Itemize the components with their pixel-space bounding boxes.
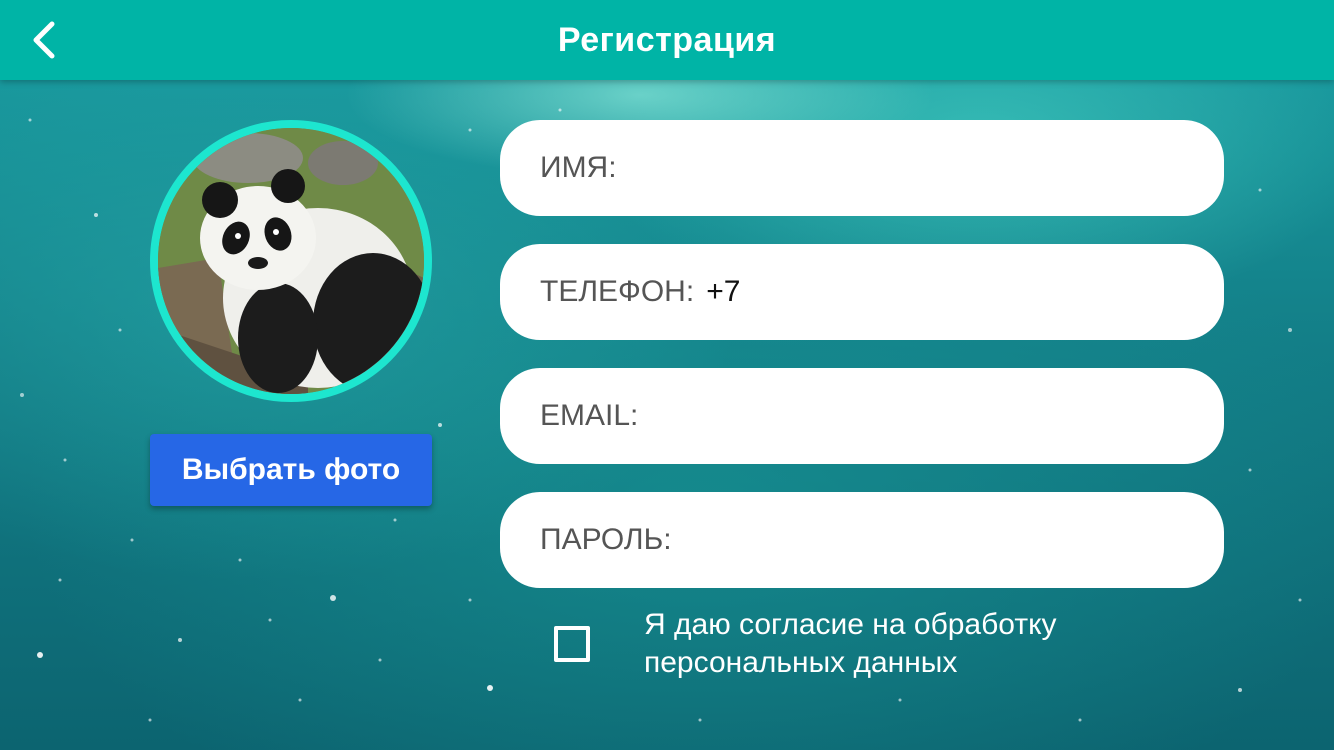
phone-label: ТЕЛЕФОН: [540,275,695,308]
name-field[interactable]: ИМЯ: [500,120,1224,216]
panda-photo [158,128,424,394]
consent-checkbox[interactable] [554,626,590,662]
page-title: Регистрация [557,21,777,59]
avatar [150,120,432,402]
name-label: ИМЯ: [540,151,617,184]
phone-value: +7 [706,275,741,308]
choose-photo-button[interactable]: Выбрать фото [150,434,432,506]
consent-line-2: персональных данных [644,646,958,679]
app-header: Регистрация [0,0,1334,80]
password-field[interactable]: ПАРОЛЬ: [500,492,1224,588]
consent-text: Я даю согласие на обработку персональных… [644,606,1204,682]
email-label: EMAIL: [540,399,639,432]
password-label: ПАРОЛЬ: [540,523,672,556]
phone-field[interactable]: ТЕЛЕФОН: +7 [500,244,1224,340]
consent-line-1: Я даю согласие на обработку [644,608,1057,641]
email-field[interactable]: EMAIL: [500,368,1224,464]
